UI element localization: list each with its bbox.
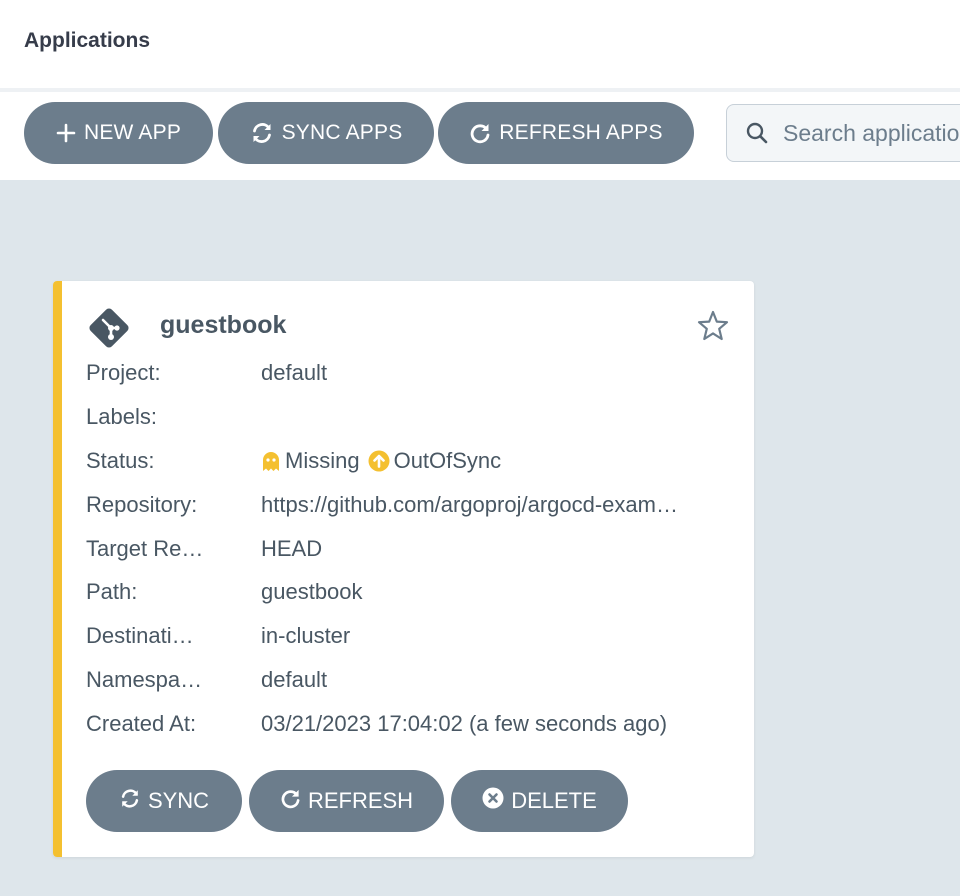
- refresh-button[interactable]: REFRESH: [249, 770, 444, 832]
- ghost-icon: [261, 450, 281, 472]
- toolbar: NEW APP SYNC APPS REFRESH APPS: [0, 92, 960, 180]
- top-bar: Applications: [0, 0, 960, 88]
- times-circle-icon: [482, 787, 504, 815]
- git-diamond-icon: [86, 305, 132, 356]
- sync-button-label: SYNC: [147, 788, 210, 813]
- sync-button[interactable]: SYNC: [86, 770, 242, 832]
- redo-icon: [280, 788, 301, 815]
- redo-icon: [469, 122, 491, 144]
- field-label: Labels:: [86, 404, 157, 429]
- field-created-at: Created At: 03/21/2023 17:04:02 (a few s…: [86, 709, 736, 739]
- sync-icon: [119, 788, 141, 815]
- field-target-revision: Target Re… HEAD: [86, 534, 736, 564]
- app-name[interactable]: guestbook: [160, 311, 286, 340]
- field-label: Target Re…: [86, 536, 204, 561]
- field-label: Repository:: [86, 492, 198, 517]
- search-box[interactable]: [726, 104, 960, 162]
- sync-icon: [250, 122, 274, 144]
- field-namespace: Namespa… default: [86, 665, 736, 695]
- field-value: 03/21/2023 17:04:02 (a few seconds ago): [261, 711, 668, 736]
- app-card[interactable]: guestbook Project: default Labels: Statu…: [53, 281, 754, 857]
- delete-button-label: DELETE: [511, 788, 597, 813]
- refresh-apps-button[interactable]: REFRESH APPS: [438, 102, 694, 164]
- field-destination: Destinati… in-cluster: [86, 621, 736, 651]
- field-path: Path: guestbook: [86, 577, 736, 607]
- search-icon: [745, 121, 769, 145]
- refresh-apps-label: REFRESH APPS: [499, 121, 663, 144]
- field-repository: Repository: https://github.com/argoproj/…: [86, 490, 736, 520]
- field-labels: Labels:: [86, 402, 736, 432]
- sync-status-text: OutOfSync: [393, 448, 502, 473]
- sync-apps-label: SYNC APPS: [281, 121, 403, 144]
- status-accent-bar: [53, 281, 62, 857]
- field-label: Created At:: [86, 711, 197, 736]
- page-title: Applications: [24, 29, 151, 52]
- new-app-label: NEW APP: [83, 121, 182, 144]
- search-input[interactable]: [783, 119, 960, 147]
- health-status-text: Missing: [285, 448, 360, 473]
- field-value: default: [261, 667, 328, 692]
- field-value: default: [261, 360, 328, 385]
- field-label: Status:: [86, 448, 155, 473]
- refresh-button-label: REFRESH: [307, 788, 414, 813]
- field-label: Project:: [86, 360, 161, 385]
- field-value: https://github.com/argoproj/argocd-exam…: [261, 492, 678, 517]
- delete-button[interactable]: DELETE: [451, 770, 628, 832]
- sync-apps-button[interactable]: SYNC APPS: [218, 102, 434, 164]
- star-outline-icon[interactable]: [696, 309, 730, 348]
- field-label: Path:: [86, 579, 138, 604]
- field-label: Destinati…: [86, 623, 194, 648]
- status-value: Missing OutOfSync: [261, 446, 501, 476]
- new-app-button[interactable]: NEW APP: [24, 102, 213, 164]
- arrow-circle-up-icon: [368, 450, 390, 472]
- field-value: guestbook: [261, 579, 363, 604]
- field-label: Namespa…: [86, 667, 203, 692]
- field-value: in-cluster: [261, 623, 351, 648]
- field-value: HEAD: [261, 536, 323, 561]
- field-project: Project: default: [86, 358, 736, 388]
- field-status: Status: Missing OutOfSync: [86, 446, 736, 476]
- plus-icon: [56, 123, 76, 143]
